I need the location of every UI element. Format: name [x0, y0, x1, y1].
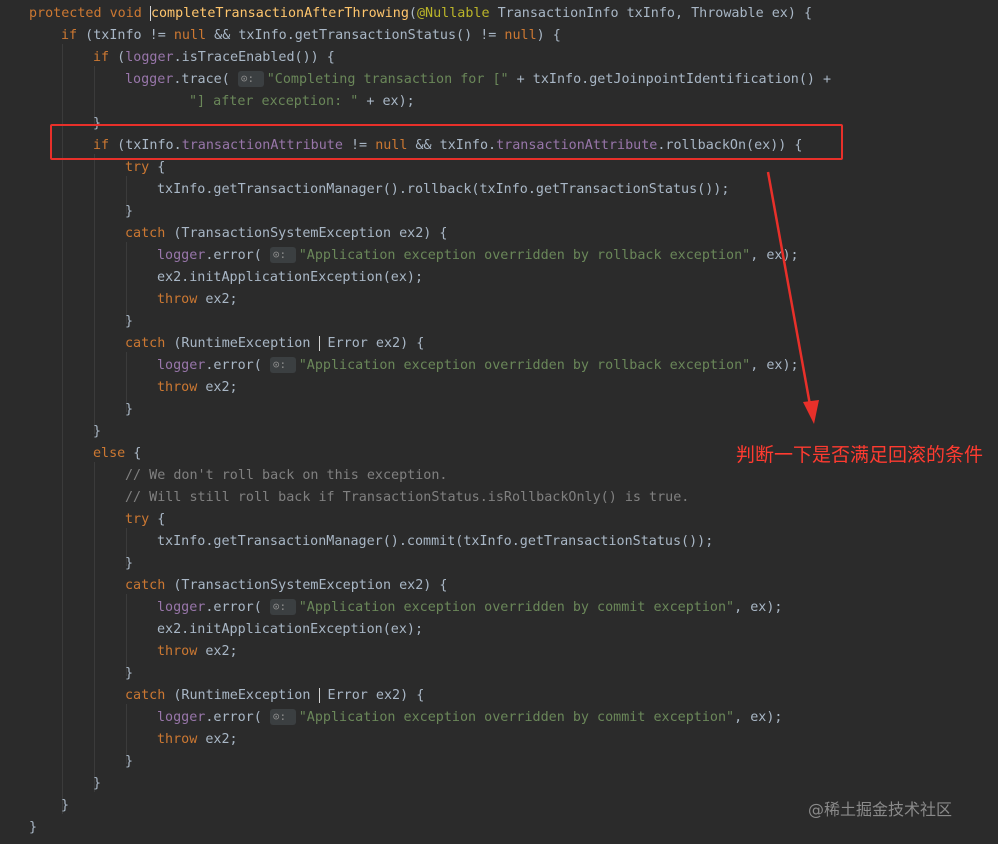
annotation-arrow	[766, 171, 819, 424]
watermark: @稀土掘金技术社区	[808, 800, 953, 819]
annotation-text: 判断一下是否满足回滚的条件	[736, 444, 984, 466]
